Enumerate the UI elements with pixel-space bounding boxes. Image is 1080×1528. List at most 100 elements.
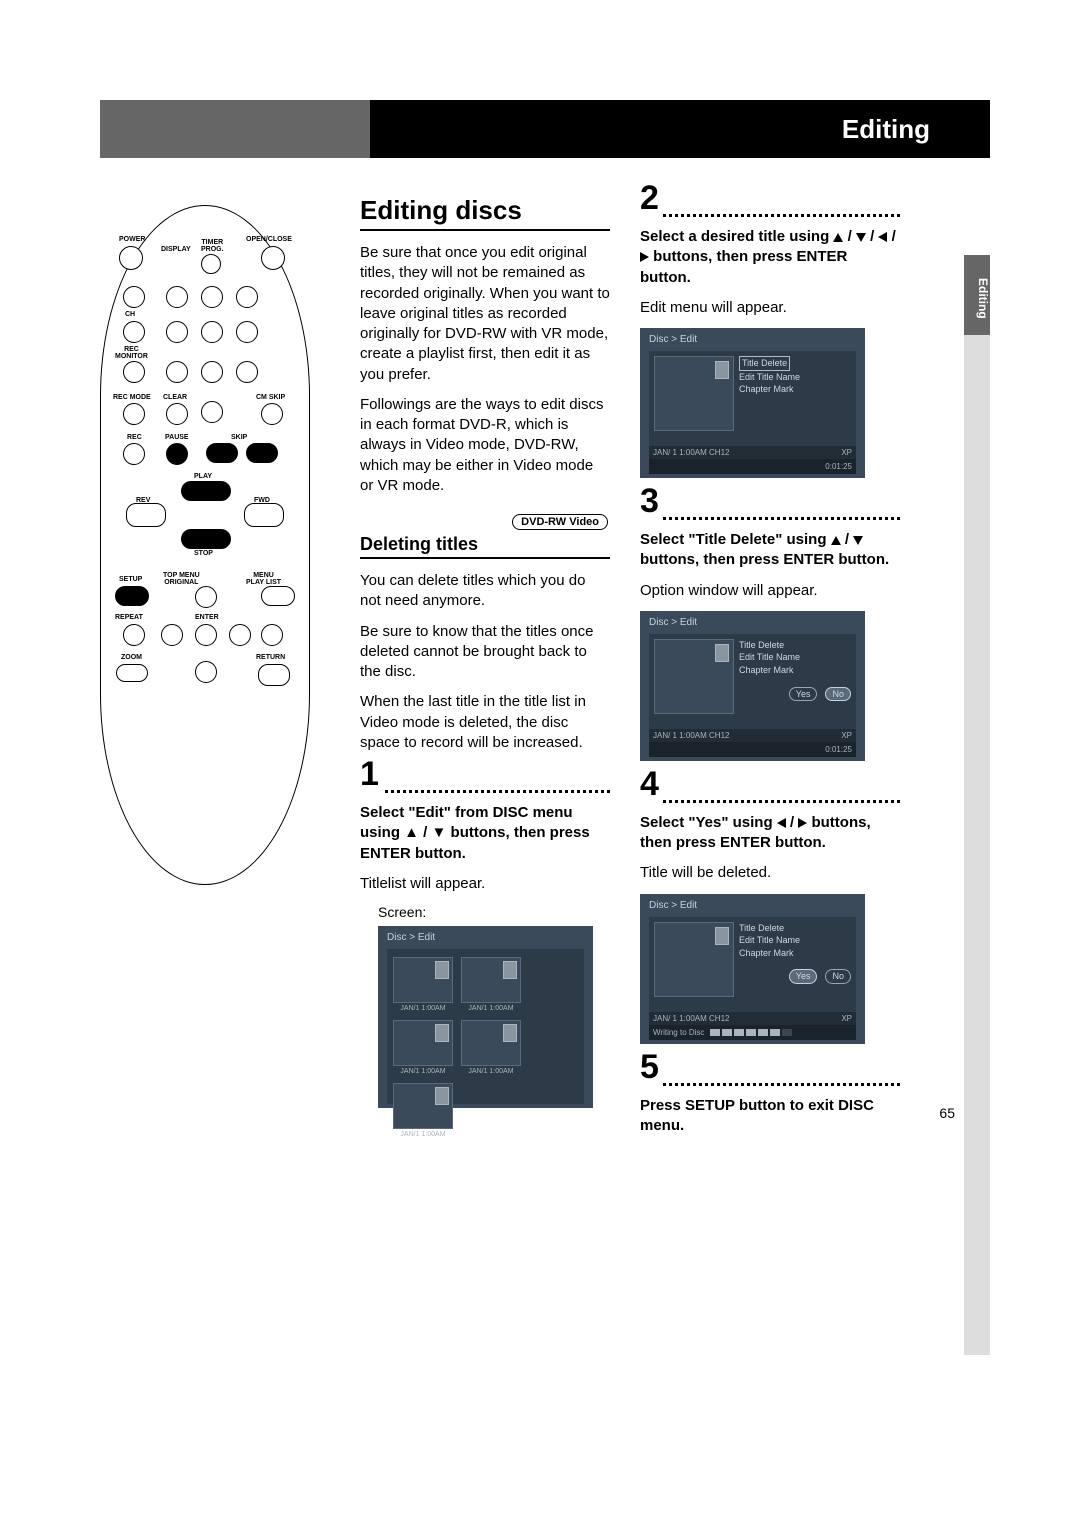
down-icon — [856, 233, 866, 242]
osd-glabel: JAN/1 1:00AM — [393, 1005, 453, 1012]
btn-recmon[interactable] — [123, 361, 145, 383]
btn-rec[interactable] — [123, 443, 145, 465]
osd4-no[interactable]: No — [825, 969, 851, 984]
lbl-clear: CLEAR — [163, 394, 187, 401]
step4-instr: Select "Yes" using / buttons, then press… — [640, 813, 900, 854]
btn-nav-up[interactable] — [195, 586, 217, 608]
btn-2[interactable] — [201, 286, 223, 308]
osd2-mi[interactable]: Edit Title Name — [739, 371, 851, 384]
btn-skip-fwd[interactable] — [246, 443, 278, 463]
header-bar: Editing — [100, 100, 990, 158]
thumb-icon — [715, 927, 729, 945]
btn-nav-left[interactable] — [161, 624, 183, 646]
btn-recmode[interactable] — [123, 403, 145, 425]
rule-1 — [360, 229, 610, 231]
btn-open[interactable] — [261, 246, 285, 270]
osd-screen-2: Disc > Edit Title Delete Edit Title Name… — [640, 328, 865, 478]
osd2-time: 0:01:25 — [649, 459, 856, 474]
osd1-cell[interactable]: JAN/1 1:00AM — [461, 957, 521, 1012]
btn-repeat[interactable] — [123, 624, 145, 646]
lbl-menu: MENU PLAY LIST — [246, 572, 281, 586]
btn-9[interactable] — [236, 361, 258, 383]
btn-enter[interactable] — [195, 624, 217, 646]
btn-3[interactable] — [236, 286, 258, 308]
btn-cmskip[interactable] — [261, 403, 283, 425]
osd4-writing-label: Writing to Disc — [653, 1028, 704, 1037]
osd3-mi[interactable]: Title Delete — [739, 639, 851, 652]
osd4-progress — [710, 1029, 792, 1036]
btn-nav-right2[interactable] — [261, 624, 283, 646]
btn-pause[interactable] — [166, 443, 188, 465]
step3-num: 3 — [640, 482, 663, 521]
step1-num: 1 — [360, 755, 383, 794]
osd1-cell[interactable]: JAN/1 1:00AM — [393, 1083, 453, 1138]
btn-skip-back[interactable] — [206, 443, 238, 463]
osd2-mi[interactable]: Chapter Mark — [739, 383, 851, 396]
osd1-cell[interactable]: JAN/1 1:00AM — [393, 957, 453, 1012]
osd1-breadcrumb: Disc > Edit — [387, 932, 584, 943]
osd2-thumb — [654, 356, 734, 431]
osd1-cell[interactable]: JAN/1 1:00AM — [393, 1020, 453, 1075]
btn-rev[interactable] — [126, 503, 166, 527]
btn-play[interactable] — [181, 481, 231, 501]
heading-editing-discs: Editing discs — [360, 195, 610, 226]
btn-timer[interactable] — [201, 254, 221, 274]
btn-stop[interactable] — [181, 529, 231, 549]
para-2: Followings are the ways to edit discs in… — [360, 395, 610, 496]
step5-row: 5 — [640, 1064, 900, 1086]
btn-ch-down[interactable] — [123, 321, 145, 343]
step4-row: 4 — [640, 781, 900, 803]
step1-screen-label: Screen: — [378, 904, 610, 920]
btn-1[interactable] — [166, 286, 188, 308]
btn-4[interactable] — [166, 321, 188, 343]
btn-clear[interactable] — [166, 403, 188, 425]
lbl-stop: STOP — [194, 550, 213, 557]
osd4-mi[interactable]: Edit Title Name — [739, 934, 851, 947]
osd4-yes[interactable]: Yes — [789, 969, 818, 984]
osd-screen-4: Disc > Edit Title Delete Edit Title Name… — [640, 894, 865, 1044]
osd2-mi-sel[interactable]: Title Delete — [739, 356, 790, 371]
osd3-mi[interactable]: Edit Title Name — [739, 651, 851, 664]
osd3-yes[interactable]: Yes — [789, 687, 818, 702]
para-4: Be sure to know that the titles once del… — [360, 622, 610, 683]
osd4-status-left: JAN/ 1 1:00AM CH12 — [653, 1014, 729, 1023]
lbl-zoom: ZOOM — [121, 654, 142, 661]
step2-after: Edit menu will appear. — [640, 298, 900, 318]
btn-8[interactable] — [201, 361, 223, 383]
osd1-cell[interactable]: JAN/1 1:00AM — [461, 1020, 521, 1075]
osd3-status-left: JAN/ 1 1:00AM CH12 — [653, 731, 729, 740]
osd4-mi[interactable]: Chapter Mark — [739, 947, 851, 960]
btn-ch-up[interactable] — [123, 286, 145, 308]
step3-after: Option window will appear. — [640, 581, 900, 601]
btn-nav-down[interactable] — [195, 661, 217, 683]
btn-0[interactable] — [201, 401, 223, 423]
osd3-mi[interactable]: Chapter Mark — [739, 664, 851, 677]
btn-return[interactable] — [258, 664, 290, 686]
osd-screen-3: Disc > Edit Title Delete Edit Title Name… — [640, 611, 865, 761]
osd3-status: JAN/ 1 1:00AM CH12 XP — [649, 729, 856, 742]
btn-setup[interactable] — [115, 586, 149, 606]
side-tab-light — [964, 335, 990, 1355]
heading-deleting: Deleting titles — [360, 534, 610, 555]
step1-instr-bold: Select "Edit" from DISC menu using ▲ / ▼… — [360, 804, 590, 862]
step2-num: 2 — [640, 179, 663, 218]
step5-num: 5 — [640, 1048, 663, 1087]
btn-menu[interactable] — [261, 586, 295, 606]
osd1-grid: JAN/1 1:00AM JAN/1 1:00AM JAN/1 1:00AM J… — [387, 949, 584, 1104]
osd4-thumb — [654, 922, 734, 997]
up-icon — [833, 233, 843, 242]
btn-5[interactable] — [201, 321, 223, 343]
osd4-mi[interactable]: Title Delete — [739, 922, 851, 935]
step3-instr: Select "Title Delete" using / buttons, t… — [640, 530, 900, 571]
btn-6[interactable] — [236, 321, 258, 343]
btn-7[interactable] — [166, 361, 188, 383]
lbl-recmon: REC MONITOR — [115, 346, 148, 360]
osd3-no[interactable]: No — [825, 687, 851, 702]
btn-nav-right[interactable] — [229, 624, 251, 646]
btn-zoom[interactable] — [116, 664, 148, 682]
btn-fwd[interactable] — [244, 503, 284, 527]
lbl-skip: SKIP — [231, 434, 247, 441]
btn-power[interactable] — [119, 246, 143, 270]
osd-gthumb — [393, 957, 453, 1003]
osd4-status: JAN/ 1 1:00AM CH12 XP — [649, 1012, 856, 1025]
